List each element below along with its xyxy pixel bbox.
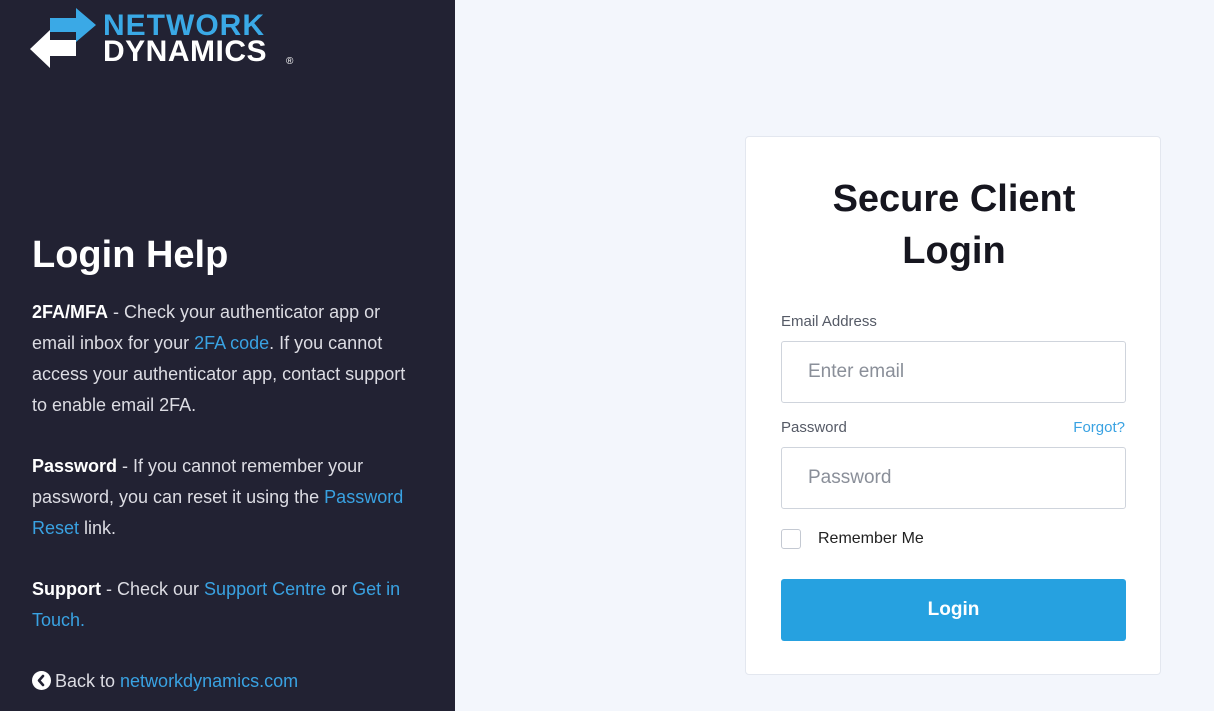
login-button[interactable]: Login [781,579,1126,641]
chevron-left-circle-icon[interactable] [32,671,51,690]
password-label: Password [781,419,847,436]
2fa-code-link[interactable]: 2FA code [194,333,269,353]
remember-me-label[interactable]: Remember Me [818,529,924,549]
help-2fa-paragraph: 2FA/MFA - Check your authenticator app o… [32,297,407,421]
support-centre-link[interactable]: Support Centre [204,579,326,599]
back-to-text: Back to [55,671,121,691]
back-to-site: Back to networkdynamics.com [32,666,298,696]
title-line-2: Login [902,230,1006,272]
help-password-text-end: link. [79,518,117,538]
forgot-password-link[interactable]: Forgot? [1073,419,1125,436]
login-card: Secure Client Login Email Address Passwor… [745,136,1161,675]
remember-me-checkbox[interactable] [781,529,801,549]
network-dynamics-logo[interactable]: NETWORK DYNAMICS ® [30,8,310,72]
help-password-paragraph: Password - If you cannot remember your p… [32,451,407,544]
login-card-title: Secure Client Login [746,173,1162,277]
help-password-term: Password [32,456,118,476]
help-support-text: - Check our [101,579,205,599]
email-label: Email Address [781,313,877,330]
registered-mark: ® [286,56,294,67]
password-input[interactable] [781,447,1126,509]
help-support-paragraph: Support - Check our Support Centre or Ge… [32,574,407,636]
help-support-term: Support [32,579,101,599]
swap-arrows-icon [30,8,96,68]
login-help-panel: NETWORK DYNAMICS ® Login Help 2FA/MFA - … [0,0,455,711]
networkdynamics-link[interactable]: networkdynamics.com [120,671,298,691]
logo-text-dynamics: DYNAMICS [103,35,268,68]
email-input[interactable] [781,341,1126,403]
help-2fa-term: 2FA/MFA [32,302,109,322]
help-support-or: or [326,579,353,599]
login-help-title: Login Help [32,234,229,276]
title-line-1: Secure Client [832,178,1076,220]
